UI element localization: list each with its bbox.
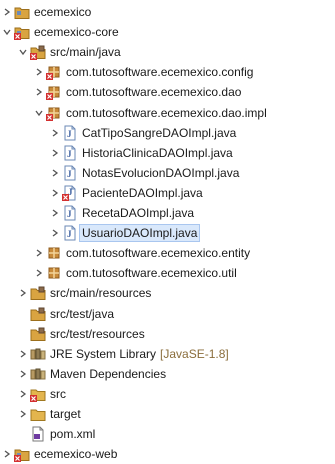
toggle-spacer: [18, 309, 28, 319]
tree-item-label: ecemexico-web: [34, 447, 118, 462]
tree-item-label: HistoriaClinicaDAOImpl.java: [82, 145, 233, 160]
svg-text:J: J: [67, 229, 72, 239]
chevron-down-icon[interactable]: [2, 27, 12, 37]
tree-item[interactable]: J HistoriaClinicaDAOImpl.java: [0, 143, 335, 163]
tree-item-label: com.tutosoftware.ecemexico.config: [66, 65, 254, 80]
tree-item[interactable]: J UsuarioDAOImpl.java: [0, 223, 335, 243]
chevron-right-icon[interactable]: [18, 349, 28, 359]
java-file-icon: J: [62, 125, 78, 141]
tree-item-label: src/main/resources: [50, 286, 152, 301]
tree-item[interactable]: com.tutosoftware.ecemexico.dao: [0, 82, 335, 102]
package-error-icon: [46, 105, 62, 121]
chevron-right-icon[interactable]: [50, 228, 60, 238]
chevron-right-icon[interactable]: [18, 389, 28, 399]
svg-text:J: J: [67, 169, 72, 179]
tree-item[interactable]: target: [0, 404, 335, 424]
tree-item-label: src/test/resources: [50, 326, 145, 341]
tree-item[interactable]: J CatTipoSangreDAOImpl.java: [0, 123, 335, 143]
library-icon: [30, 366, 46, 382]
source-folder-error-icon: [30, 44, 46, 61]
chevron-right-icon[interactable]: [50, 188, 60, 198]
tree-item[interactable]: com.tutosoftware.ecemexico.util: [0, 263, 335, 283]
tree-item[interactable]: pom.xml: [0, 424, 335, 444]
chevron-right-icon[interactable]: [2, 449, 12, 459]
source-folder-icon: [30, 285, 46, 301]
folder-error-icon: [30, 386, 46, 402]
tree-item-label: RecetaDAOImpl.java: [82, 206, 195, 220]
chevron-right-icon[interactable]: [34, 87, 44, 97]
chevron-right-icon[interactable]: [18, 288, 28, 298]
tree-item-label: com.tutosoftware.ecemexico.dao: [66, 85, 242, 100]
toggle-spacer: [18, 329, 28, 339]
java-file-icon: J: [62, 165, 78, 181]
tree-item[interactable]: src/test/resources: [0, 324, 335, 344]
package-error-icon: [46, 84, 62, 101]
tree-item[interactable]: JRE System Library [JavaSE-1.8]: [0, 344, 335, 364]
tree-item-label: ecemexico-core: [34, 25, 119, 40]
package-error-icon: [46, 64, 62, 81]
source-folder-icon: [30, 326, 46, 342]
tree-item[interactable]: J NotasEvolucionDAOImpl.java: [0, 163, 335, 183]
java-file-icon: J: [62, 205, 78, 221]
tree-item[interactable]: src/test/java: [0, 304, 335, 324]
java-file-icon: J: [62, 225, 78, 241]
svg-text:J: J: [67, 209, 72, 219]
chevron-right-icon[interactable]: [34, 248, 44, 258]
tree-item-label: src/main/java: [50, 45, 121, 60]
project-icon: [14, 4, 30, 20]
tree-item-label: src: [50, 386, 66, 401]
tree-item-label: Maven Dependencies: [50, 366, 167, 381]
svg-text:J: J: [67, 129, 72, 139]
tree-item[interactable]: src/main/java: [0, 42, 335, 62]
tree-item[interactable]: Maven Dependencies: [0, 364, 335, 384]
tree-item[interactable]: ecemexico-core: [0, 22, 335, 42]
tree-item[interactable]: J RecetaDAOImpl.java: [0, 203, 335, 223]
chevron-down-icon[interactable]: [34, 108, 44, 118]
chevron-right-icon[interactable]: [2, 7, 12, 17]
java-file-error-icon: J: [62, 185, 78, 201]
xml-file-icon: [30, 426, 46, 442]
tree-item[interactable]: ecemexico-web: [0, 444, 335, 464]
folder-icon: [30, 406, 46, 422]
tree-item[interactable]: com.tutosoftware.ecemexico.dao.impl: [0, 103, 335, 123]
project-error-icon: [14, 446, 30, 463]
chevron-right-icon[interactable]: [50, 148, 60, 158]
toggle-spacer: [18, 429, 28, 439]
chevron-right-icon[interactable]: [50, 168, 60, 178]
tree-item[interactable]: J PacienteDAOImpl.java: [0, 183, 335, 203]
tree-item[interactable]: com.tutosoftware.ecemexico.entity: [0, 243, 335, 263]
tree-item-label: com.tutosoftware.ecemexico.util: [66, 266, 237, 281]
chevron-right-icon[interactable]: [50, 208, 60, 218]
tree-item-label: target: [50, 407, 81, 421]
tree-item-label: CatTipoSangreDAOImpl.java: [82, 125, 237, 140]
svg-text:J: J: [67, 149, 72, 159]
tree-item-label: PacienteDAOImpl.java: [82, 185, 203, 200]
package-icon: [46, 265, 62, 281]
chevron-right-icon[interactable]: [18, 409, 28, 419]
java-file-icon: J: [62, 145, 78, 161]
chevron-right-icon[interactable]: [18, 369, 28, 379]
chevron-down-icon[interactable]: [18, 47, 28, 57]
package-icon: [46, 245, 62, 261]
chevron-right-icon[interactable]: [50, 128, 60, 138]
tree-item[interactable]: src: [0, 384, 335, 404]
tree-item-label: NotasEvolucionDAOImpl.java: [82, 165, 240, 180]
tree-item[interactable]: src/main/resources: [0, 283, 335, 303]
tree-item-label: JRE System Library: [50, 346, 157, 361]
tree-item-label: pom.xml: [50, 427, 96, 442]
chevron-right-icon[interactable]: [34, 67, 44, 77]
tree-item-label: UsuarioDAOImpl.java: [79, 224, 201, 243]
project-explorer-tree: ecemexico ecemexico-core src/main/java com.…: [0, 0, 335, 463]
tree-item[interactable]: ecemexico: [0, 2, 335, 22]
tree-item-label: com.tutosoftware.ecemexico.dao.impl: [66, 105, 267, 120]
tree-item-decoration: [JavaSE-1.8]: [160, 346, 229, 361]
tree-item-label: com.tutosoftware.ecemexico.entity: [66, 246, 251, 261]
chevron-right-icon[interactable]: [34, 268, 44, 278]
tree-item-label: src/test/java: [50, 306, 115, 321]
tree-item-label: ecemexico: [34, 5, 92, 19]
tree-item[interactable]: com.tutosoftware.ecemexico.config: [0, 62, 335, 82]
source-folder-icon: [30, 306, 46, 322]
library-icon: [30, 346, 46, 362]
project-error-icon: [14, 24, 30, 41]
